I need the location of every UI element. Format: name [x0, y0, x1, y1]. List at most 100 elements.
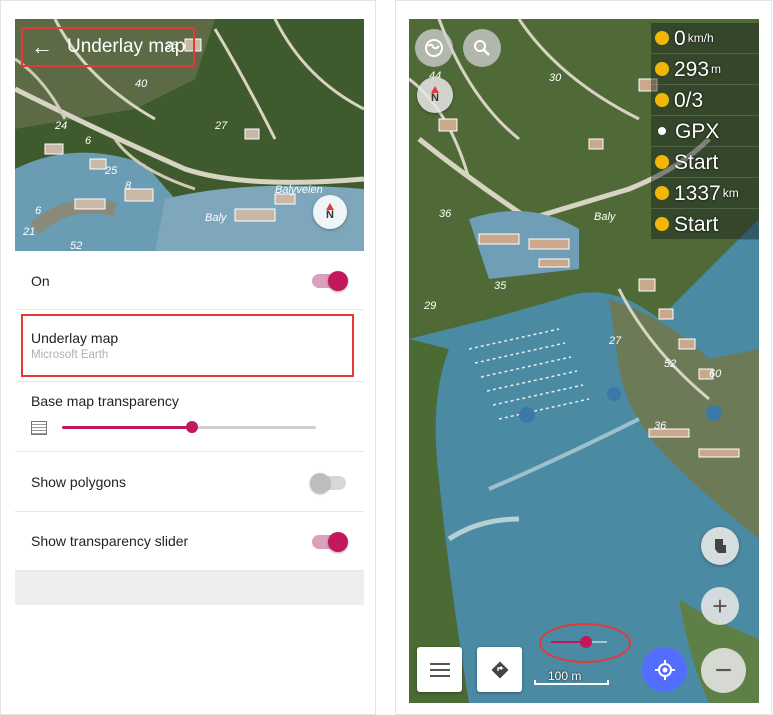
- info-value: Start: [674, 212, 719, 236]
- map-label: 21: [22, 226, 35, 238]
- info-marker: [607, 387, 621, 401]
- anchor-marker: [519, 407, 535, 423]
- settings-list: On Underlay map Microsoft Earth Base map…: [15, 251, 364, 571]
- gpx-dot-icon: [658, 127, 666, 135]
- building: [638, 278, 656, 292]
- setting-underlay-map[interactable]: Underlay map Microsoft Earth: [15, 310, 364, 382]
- building: [478, 233, 520, 245]
- building: [588, 138, 604, 150]
- satellite-icon: [655, 93, 669, 107]
- map-label: 27: [214, 120, 228, 132]
- info-row[interactable]: Start: [651, 209, 759, 240]
- slider-thumb[interactable]: [579, 636, 592, 648]
- setting-show-transparency-slider[interactable]: Show transparency slider: [15, 512, 364, 571]
- globe-button[interactable]: [415, 29, 453, 67]
- map-screen: 44 30 36 35 29 27 52 60 36 Baly N 0 km/h 293 m 0/3 GPX…: [409, 19, 759, 703]
- right-screenshot-panel: 44 30 36 35 29 27 52 60 36 Baly N 0 km/h 293 m 0/3 GPX…: [395, 0, 772, 715]
- setting-base-transparency: Base map transparency: [15, 382, 364, 452]
- map-label: 40: [135, 78, 148, 90]
- info-row[interactable]: GPX: [651, 116, 759, 147]
- compass-label: N: [326, 209, 334, 221]
- info-row[interactable]: 293 m: [651, 54, 759, 85]
- info-row[interactable]: Start: [651, 147, 759, 178]
- zoom-out-button[interactable]: −: [701, 648, 746, 693]
- building: [438, 118, 458, 132]
- left-screenshot-panel: 40 36 24 27 6 8 6 52 25 21 Baly Balyveien ← Underla…: [0, 0, 376, 715]
- transparency-slider-toggle[interactable]: [312, 532, 348, 552]
- building: [538, 258, 570, 268]
- settings-screen: 40 36 24 27 6 8 6 52 25 21 Baly Balyveien ← Underla…: [15, 19, 364, 605]
- building: [234, 208, 276, 222]
- underlay-highlight-box: [21, 314, 354, 377]
- search-button[interactable]: [463, 29, 501, 67]
- transparency-grid-icon: [31, 421, 47, 435]
- building: [658, 308, 674, 320]
- hand-pointer-icon: [715, 539, 726, 553]
- setting-on[interactable]: On: [15, 251, 364, 310]
- map-transparency-slider[interactable]: [551, 636, 607, 648]
- compass-button[interactable]: N: [313, 195, 347, 229]
- setting-on-label: On: [31, 273, 50, 289]
- map-label: 36: [654, 420, 667, 432]
- eye-icon: [655, 186, 669, 200]
- zoom-in-button[interactable]: +: [701, 587, 739, 625]
- setting-show-polygons[interactable]: Show polygons: [15, 452, 364, 512]
- on-toggle[interactable]: [312, 271, 348, 291]
- map-label: 6: [85, 135, 92, 147]
- building: [74, 198, 106, 210]
- show-transparency-slider-label: Show transparency slider: [31, 533, 189, 549]
- my-location-button[interactable]: [642, 647, 687, 692]
- map-label: 25: [104, 165, 118, 177]
- face-icon: [655, 217, 669, 231]
- toggle-knob: [310, 473, 330, 493]
- building: [89, 158, 107, 170]
- toggle-knob: [328, 271, 348, 291]
- info-value: GPX: [675, 119, 720, 143]
- polygons-toggle[interactable]: [310, 473, 346, 493]
- hamburger-menu-icon: [429, 662, 450, 677]
- speedometer-icon: [655, 31, 669, 45]
- touch-mode-button[interactable]: [701, 527, 739, 565]
- slider-fill: [62, 426, 192, 429]
- altitude-icon: [655, 62, 669, 76]
- base-transparency-label: Base map transparency: [31, 393, 179, 409]
- info-unit: m: [711, 62, 722, 76]
- info-row[interactable]: 0 km/h: [651, 23, 759, 54]
- slider-thumb[interactable]: [185, 421, 198, 433]
- toggle-knob: [328, 532, 348, 552]
- crosshair-location-icon: [654, 659, 675, 680]
- show-polygons-label: Show polygons: [31, 474, 126, 490]
- map-label: 52: [664, 358, 676, 370]
- building: [244, 128, 260, 140]
- app-bar-highlight: ← Underlay map: [21, 27, 196, 67]
- info-value: 1337: [674, 181, 721, 205]
- info-unit: km/h: [687, 31, 714, 45]
- map-label: Baly: [594, 211, 617, 223]
- map-label: 27: [608, 335, 622, 347]
- info-unit: km: [722, 186, 739, 200]
- building: [44, 143, 64, 155]
- map-label: 30: [549, 72, 562, 84]
- map-label: Balyveien: [275, 184, 323, 196]
- transparency-slider[interactable]: [62, 421, 316, 433]
- building: [698, 448, 740, 458]
- info-value: 0/3: [674, 88, 704, 112]
- map-label: 52: [70, 240, 82, 251]
- compass-label: N: [431, 92, 439, 104]
- map-label: 8: [125, 180, 132, 192]
- info-value: 0: [674, 26, 686, 50]
- map-label: 29: [423, 300, 436, 312]
- scale-line: [534, 680, 609, 685]
- back-arrow-icon[interactable]: ←: [31, 36, 53, 58]
- map-label: 24: [54, 120, 67, 132]
- scale-bar: 100 m: [534, 669, 609, 687]
- map-label: Baly: [205, 212, 228, 224]
- search-icon: [474, 40, 490, 56]
- compass-button[interactable]: N: [417, 77, 453, 113]
- info-value: Start: [674, 150, 719, 174]
- info-row[interactable]: 0/3: [651, 85, 759, 116]
- info-row[interactable]: 1337 km: [651, 178, 759, 209]
- map-label: 35: [494, 280, 507, 292]
- menu-button[interactable]: [417, 647, 462, 692]
- directions-button[interactable]: [477, 647, 522, 692]
